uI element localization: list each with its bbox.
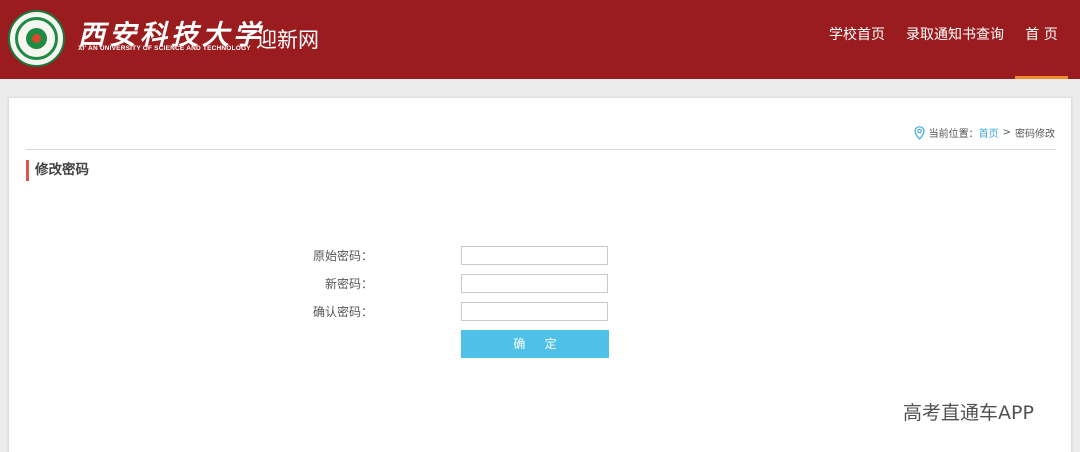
- nav-home-active[interactable]: 首 页: [1015, 0, 1068, 79]
- site-header: 西安科技大学 XI' AN UNIVERSITY OF SCIENCE AND …: [0, 0, 1080, 79]
- old-password-label: 原始密码：: [312, 249, 373, 263]
- seal-core: [26, 28, 47, 49]
- page-title: 修改密码: [26, 160, 89, 181]
- breadcrumb: 当前位置： 首页 > 密码修改: [914, 125, 1055, 140]
- old-password-input[interactable]: [461, 246, 608, 265]
- breadcrumb-divider: [26, 149, 1056, 150]
- confirm-button[interactable]: 确 定: [461, 330, 609, 358]
- nav-school-home[interactable]: 学校首页: [822, 0, 892, 79]
- watermark-text: 高考直通车APP: [903, 402, 1034, 424]
- portal-name: 迎新网: [256, 28, 319, 52]
- new-password-input[interactable]: [461, 274, 608, 293]
- confirm-password-label: 确认密码：: [312, 305, 373, 319]
- university-name-en: XI' AN UNIVERSITY OF SCIENCE AND TECHNOL…: [78, 45, 251, 52]
- breadcrumb-home-link[interactable]: 首页: [979, 125, 999, 140]
- confirm-password-input[interactable]: [461, 302, 608, 321]
- breadcrumb-prefix: 当前位置：: [928, 129, 979, 140]
- new-password-label: 新密码：: [324, 277, 373, 291]
- nav-admission-letter-query[interactable]: 录取通知书查询: [900, 0, 1010, 79]
- breadcrumb-separator: >: [1002, 127, 1011, 138]
- university-seal-logo[interactable]: [8, 10, 65, 67]
- location-pin-icon: [914, 125, 925, 140]
- breadcrumb-current: 密码修改: [1015, 129, 1055, 140]
